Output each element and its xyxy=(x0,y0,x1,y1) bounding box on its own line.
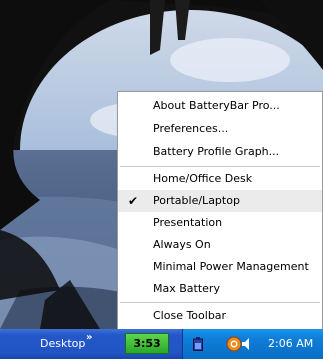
toolbar-chevron-icon[interactable]: » xyxy=(86,332,93,343)
menu-item-about[interactable]: About BatteryBar Pro... xyxy=(118,95,322,117)
desktop-toolbar-label[interactable]: Desktop xyxy=(40,329,85,359)
menu-item-label: About BatteryBar Pro... xyxy=(153,99,280,112)
orange-circle-icon[interactable] xyxy=(226,336,242,352)
menu-separator xyxy=(120,166,320,167)
menu-separator xyxy=(120,302,320,303)
menu-item-max-battery[interactable]: Max Battery xyxy=(118,278,322,300)
checkmark-icon: ✔ xyxy=(128,194,139,208)
menu-item-label: Battery Profile Graph... xyxy=(153,145,280,158)
menu-item-portable-laptop[interactable]: ✔ Portable/Laptop xyxy=(118,190,322,212)
battery-icon[interactable] xyxy=(193,337,203,351)
menu-item-label: Close Toolbar xyxy=(153,309,227,322)
system-tray: 2:06 AM xyxy=(182,329,323,359)
menu-item-close-toolbar[interactable]: Close Toolbar xyxy=(118,305,322,327)
battery-time-remaining: 3:53 xyxy=(133,337,161,350)
menu-item-label: Preferences... xyxy=(153,122,229,135)
menu-item-label: Presentation xyxy=(153,216,223,229)
menu-item-label: Portable/Laptop xyxy=(153,194,240,207)
volume-icon[interactable] xyxy=(241,337,255,351)
battery-bar-toolbar[interactable]: 3:53 xyxy=(125,333,169,354)
menu-item-preferences[interactable]: Preferences... xyxy=(118,118,322,140)
menu-item-label: Minimal Power Management xyxy=(153,260,309,273)
menu-item-home-office-desk[interactable]: Home/Office Desk xyxy=(118,168,322,190)
menu-item-label: Max Battery xyxy=(153,282,220,295)
menu-item-minimal-power-management[interactable]: Minimal Power Management xyxy=(118,256,322,278)
clock[interactable]: 2:06 AM xyxy=(268,329,313,359)
menu-item-presentation[interactable]: Presentation xyxy=(118,212,322,234)
menu-item-always-on[interactable]: Always On xyxy=(118,234,322,256)
menu-item-battery-profile-graph[interactable]: Battery Profile Graph... xyxy=(118,141,322,163)
menu-item-label: Home/Office Desk xyxy=(153,172,253,185)
battery-bar-context-menu: About BatteryBar Pro... Preferences... B… xyxy=(117,91,323,331)
menu-item-label: Always On xyxy=(153,238,211,251)
